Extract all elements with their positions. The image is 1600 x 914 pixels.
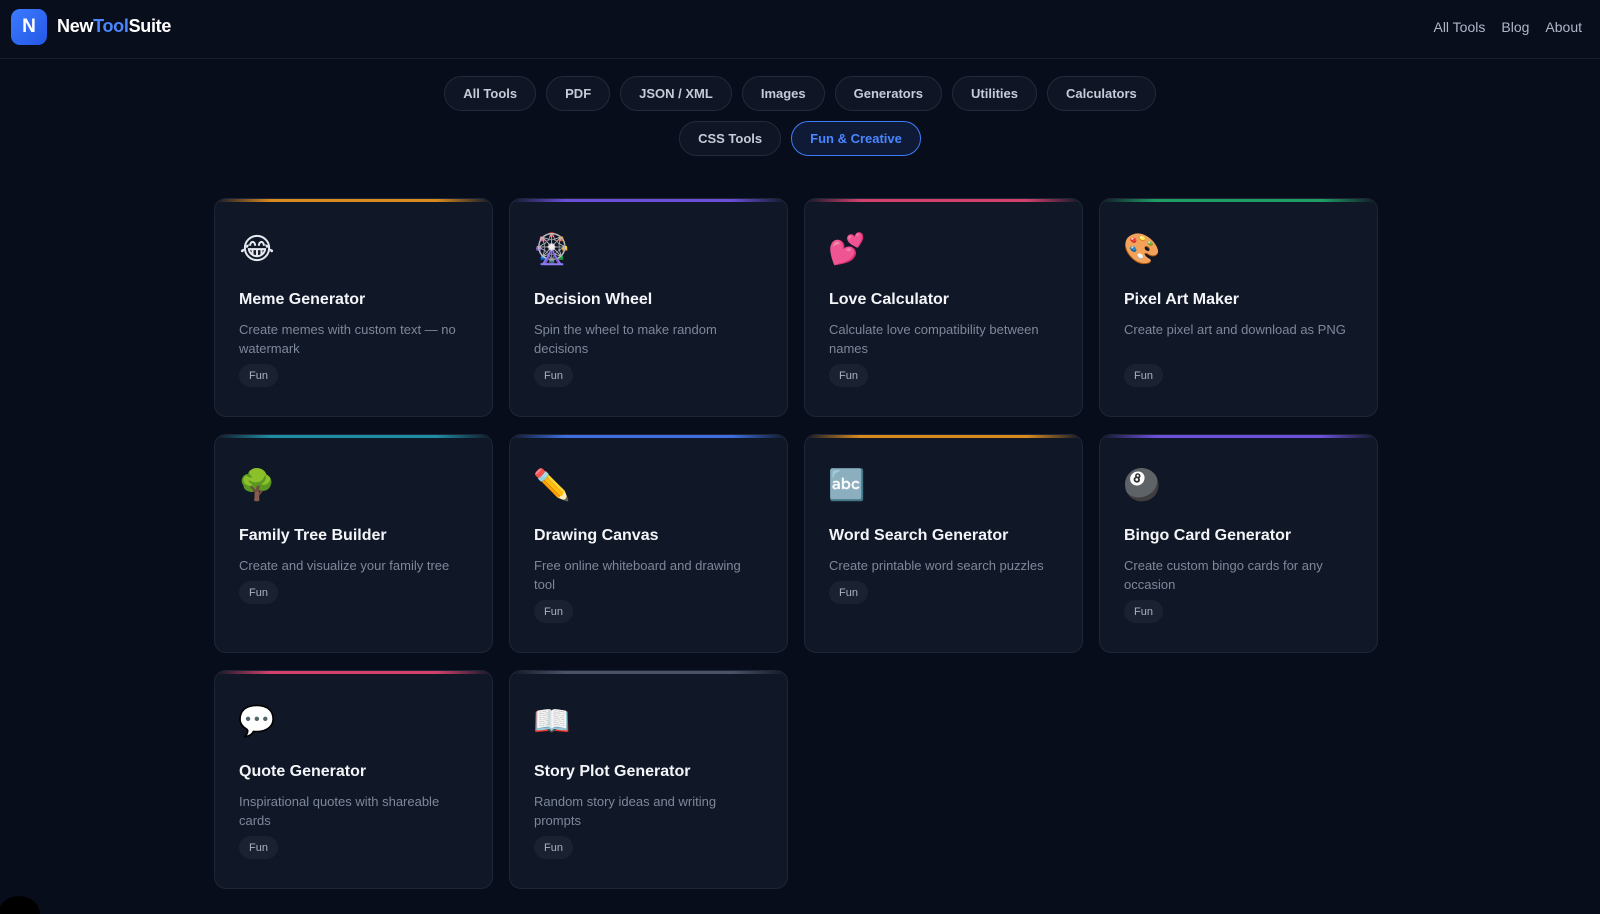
card-tag: Fun <box>829 581 868 604</box>
card-tag: Fun <box>534 836 573 859</box>
card-tag: Fun <box>239 836 278 859</box>
filter-css-tools[interactable]: CSS Tools <box>679 121 782 156</box>
tool-card-story-plot-generator[interactable]: 📖 Story Plot Generator Random story idea… <box>509 670 788 889</box>
card-title: Family Tree Builder <box>239 527 387 544</box>
logo-icon[interactable]: N <box>11 9 47 45</box>
card-accent-bar <box>805 199 1082 202</box>
card-description: Create pixel art and download as PNG <box>1124 322 1346 337</box>
category-filters: All Tools PDF JSON / XML Images Generato… <box>0 76 1600 156</box>
tool-card-quote-generator[interactable]: 💬 Quote Generator Inspirational quotes w… <box>214 670 493 889</box>
card-tag: Fun <box>1124 364 1163 387</box>
card-tag: Fun <box>1124 600 1163 623</box>
ferris-wheel-icon: 🎡 <box>533 233 571 266</box>
tool-grid: 😂 Meme Generator Create memes with custo… <box>214 198 1378 889</box>
card-accent-bar <box>1100 435 1377 438</box>
filter-all-tools[interactable]: All Tools <box>444 76 537 111</box>
card-tag: Fun <box>534 364 573 387</box>
card-description: Inspirational quotes with shareable card… <box>239 794 440 828</box>
card-description: Free online whiteboard and drawing tool <box>534 558 741 592</box>
brand-part-tool: Tool <box>93 16 129 36</box>
card-title: Decision Wheel <box>534 291 653 308</box>
card-title: Pixel Art Maker <box>1124 291 1240 308</box>
corner-widget[interactable] <box>0 896 40 914</box>
pencil-icon: ✏️ <box>533 469 571 502</box>
card-title: Love Calculator <box>829 291 950 308</box>
top-nav: All Tools Blog About <box>1433 19 1582 35</box>
filter-utilities[interactable]: Utilities <box>952 76 1037 111</box>
top-header: N NewToolSuite All Tools Blog About <box>0 0 1600 59</box>
card-accent-bar <box>1100 199 1377 202</box>
card-description: Calculate love compatibility between nam… <box>829 322 1039 356</box>
card-title: Word Search Generator <box>829 527 1009 544</box>
card-description: Create printable word search puzzles <box>829 558 1044 573</box>
tool-card-drawing-canvas[interactable]: ✏️ Drawing Canvas Free online whiteboard… <box>509 434 788 653</box>
nav-blog[interactable]: Blog <box>1501 19 1529 35</box>
card-accent-bar <box>510 199 787 202</box>
card-tag: Fun <box>239 364 278 387</box>
card-accent-bar <box>510 671 787 674</box>
card-title: Bingo Card Generator <box>1124 527 1292 544</box>
artist-palette-icon: 🎨 <box>1123 233 1161 266</box>
card-title: Drawing Canvas <box>534 527 659 544</box>
tool-card-pixel-art-maker[interactable]: 🎨 Pixel Art Maker Create pixel art and d… <box>1099 198 1378 417</box>
card-description: Create custom bingo cards for any occasi… <box>1124 558 1323 592</box>
brand-name[interactable]: NewToolSuite <box>57 16 171 37</box>
nav-about[interactable]: About <box>1545 19 1582 35</box>
card-tag: Fun <box>534 600 573 623</box>
tool-card-family-tree-builder[interactable]: 🌳 Family Tree Builder Create and visuali… <box>214 434 493 653</box>
tool-card-bingo-card-generator[interactable]: 🎱 Bingo Card Generator Create custom bin… <box>1099 434 1378 653</box>
brand-part-new: New <box>57 16 94 36</box>
open-book-icon: 📖 <box>533 705 571 738</box>
nav-all-tools[interactable]: All Tools <box>1433 19 1485 35</box>
abc-icon: 🔤 <box>828 469 866 502</box>
card-description: Create memes with custom text — no water… <box>239 322 456 356</box>
card-accent-bar <box>510 435 787 438</box>
card-description: Random story ideas and writing prompts <box>534 794 717 828</box>
two-hearts-icon: 💕 <box>828 233 866 266</box>
filter-row-1: All Tools PDF JSON / XML Images Generato… <box>444 76 1156 111</box>
filter-pdf[interactable]: PDF <box>546 76 611 111</box>
tool-card-decision-wheel[interactable]: 🎡 Decision Wheel Spin the wheel to make … <box>509 198 788 417</box>
card-title: Story Plot Generator <box>534 763 691 780</box>
card-tag: Fun <box>829 364 868 387</box>
filter-json-xml[interactable]: JSON / XML <box>620 76 732 111</box>
tool-card-word-search-generator[interactable]: 🔤 Word Search Generator Create printable… <box>804 434 1083 653</box>
card-accent-bar <box>215 199 492 202</box>
filter-row-2: CSS Tools Fun & Creative <box>679 121 921 156</box>
tree-icon: 🌳 <box>238 469 276 502</box>
filter-generators[interactable]: Generators <box>834 76 943 111</box>
card-description: Spin the wheel to make random decisions <box>534 322 717 356</box>
brand-part-suite: Suite <box>128 16 172 36</box>
card-accent-bar <box>215 435 492 438</box>
speech-bubble-icon: 💬 <box>238 705 276 738</box>
filter-fun-creative[interactable]: Fun & Creative <box>791 121 921 156</box>
card-title: Quote Generator <box>239 763 367 780</box>
filter-images[interactable]: Images <box>741 76 825 111</box>
tool-card-love-calculator[interactable]: 💕 Love Calculator Calculate love compati… <box>804 198 1083 417</box>
card-description: Create and visualize your family tree <box>239 558 450 573</box>
pool-8-ball-icon: 🎱 <box>1123 469 1161 502</box>
card-accent-bar <box>805 435 1082 438</box>
card-accent-bar <box>215 671 492 674</box>
laughing-face-icon: 😂 <box>239 233 275 266</box>
card-title: Meme Generator <box>239 291 366 308</box>
filter-calculators[interactable]: Calculators <box>1046 76 1156 111</box>
card-tag: Fun <box>239 581 278 604</box>
tool-card-meme-generator[interactable]: 😂 Meme Generator Create memes with custo… <box>214 198 493 417</box>
